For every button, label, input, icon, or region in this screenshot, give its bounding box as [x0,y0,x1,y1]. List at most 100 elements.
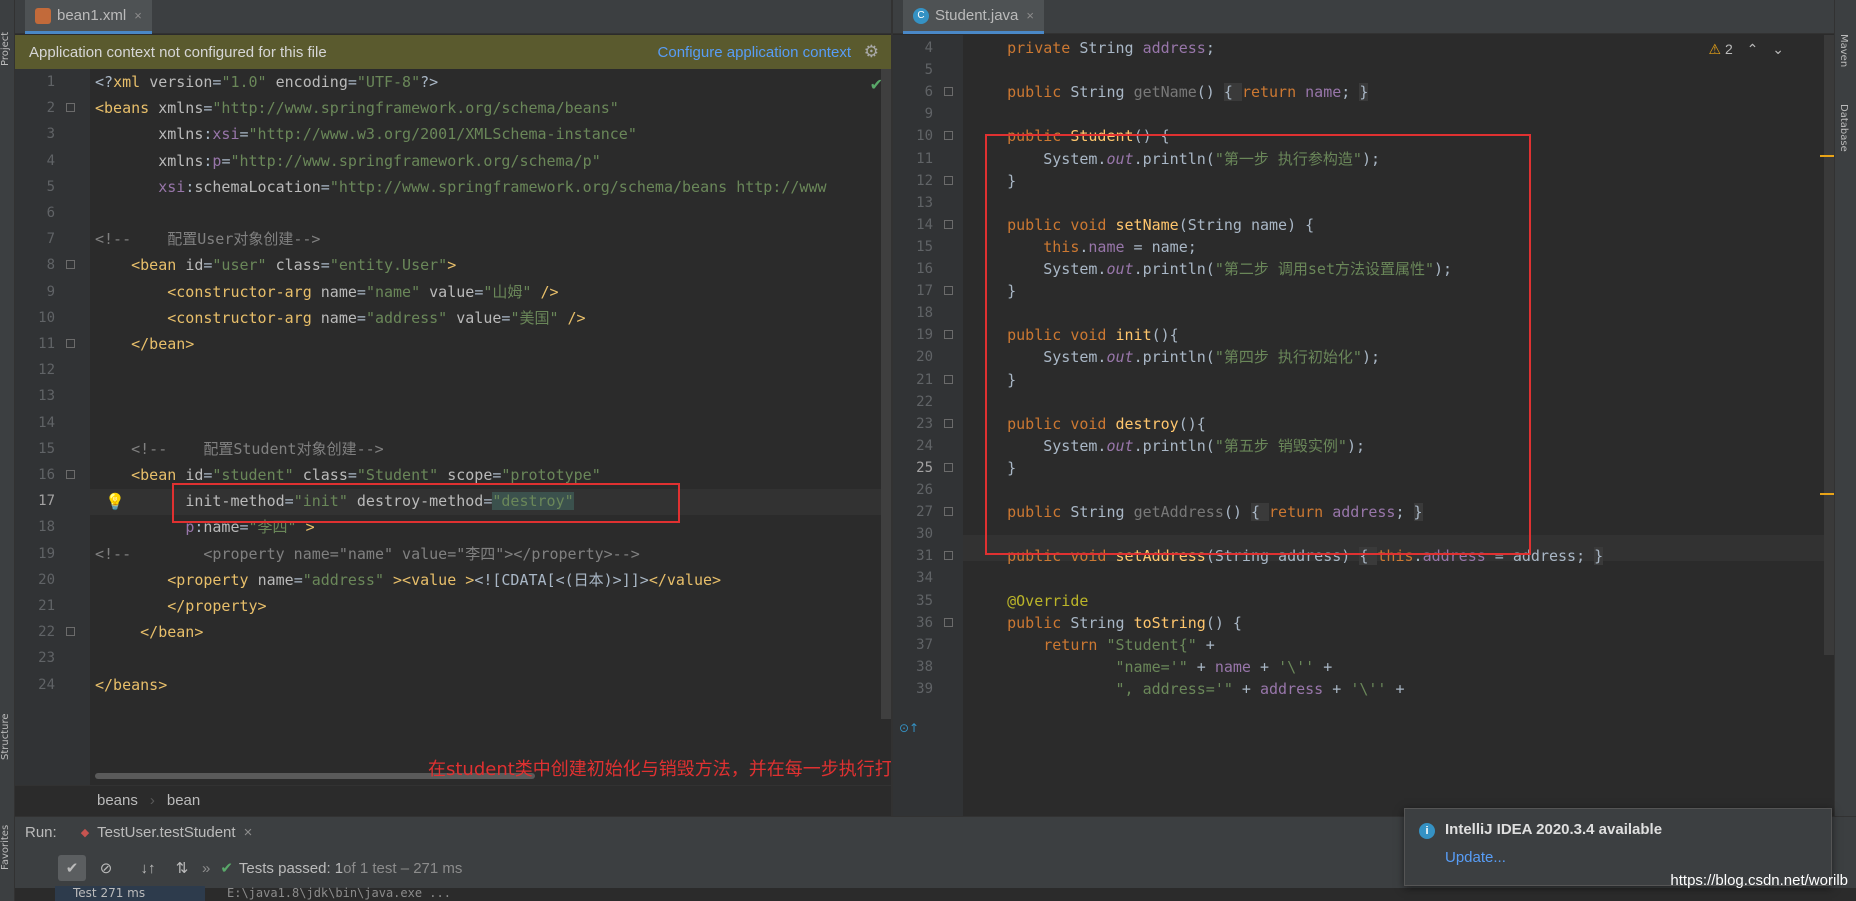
line-number: 2 [46,100,55,117]
highlight-box-methods [985,134,1531,555]
fold-marker-icon[interactable] [66,627,75,637]
fold-marker-icon[interactable] [66,339,75,348]
fold-marker-icon[interactable] [944,286,953,296]
fold-marker-icon[interactable] [944,175,953,185]
close-icon[interactable]: × [134,8,142,23]
fold-marker-icon[interactable] [944,551,953,561]
tests-summary: of 1 test – 271 ms [343,859,463,877]
update-link[interactable]: Update... [1445,849,1506,866]
right-tab-bar: C Student.java × [893,0,1834,34]
fold-marker-icon[interactable] [66,470,75,479]
warning-count: 2 [1724,41,1733,57]
code-line[interactable]: <?xml version="1.0" encoding="UTF-8"?> [95,69,438,95]
line-number: 9 [46,283,55,300]
project-tool-button[interactable]: Project [0,6,15,66]
sort-alpha-button[interactable]: ↓↑ [134,855,162,881]
line-number: 39 [916,680,933,697]
code-line[interactable]: <constructor-arg name="name" value="山姆" … [95,279,558,305]
structure-tool-button[interactable]: Structure [0,700,15,760]
gear-icon[interactable]: ⚙ [864,42,879,62]
run-label: Run: [25,824,57,841]
context-warning-banner: Application context not configured for t… [15,35,891,69]
fold-marker-icon[interactable] [944,374,953,384]
show-passed-button[interactable]: ✔ [58,855,86,881]
xml-scrollbar[interactable] [881,69,891,719]
line-number: 12 [38,362,55,379]
line-number: 4 [46,152,55,169]
tab-bean1-xml[interactable]: bean1.xml × [25,0,152,34]
code-line[interactable]: ", address='" + address + '\'' + [971,676,1405,702]
line-number: 19 [38,545,55,562]
code-line[interactable]: <constructor-arg name="address" value="美… [95,305,585,331]
more-actions-icon[interactable]: » [202,860,210,877]
code-line[interactable]: xsi:schemaLocation="http://www.springfra… [95,174,826,200]
override-gutter-icon[interactable]: ⊙↑ [899,721,919,735]
code-line[interactable]: <beans xmlns="http://www.springframework… [95,95,619,121]
code-line[interactable]: <!-- <property name="name" value="李四"></… [95,541,640,567]
fold-marker-icon[interactable] [944,219,953,229]
warning-marker[interactable] [1820,155,1834,157]
check-icon: ✔ [220,860,233,877]
code-line[interactable]: <!-- 配置User对象创建--> [95,226,320,252]
line-number: 14 [38,414,55,431]
warning-marker[interactable] [1820,493,1834,495]
line-number: 1 [46,74,55,90]
show-ignored-button[interactable]: ⊘ [92,855,120,881]
test-tree-item[interactable]: Test 271 ms [55,886,205,901]
fold-marker-icon[interactable] [66,103,75,113]
chevron-down-icon[interactable]: ⌄ [1772,41,1784,57]
fold-marker-icon[interactable] [66,260,75,270]
warning-icon: ⚠ [1708,41,1722,57]
code-line[interactable]: xmlns:xsi="http://www.w3.org/2001/XMLSch… [95,121,637,147]
line-number: 5 [46,178,55,195]
fold-marker-icon[interactable] [944,507,953,517]
close-icon[interactable]: × [244,824,253,841]
breadcrumb-separator: › [149,792,155,809]
code-line[interactable]: </bean> [95,331,194,357]
breadcrumb-bean[interactable]: bean [167,792,200,809]
code-line[interactable]: private String address; [971,35,1215,61]
line-number: 18 [38,519,55,536]
close-icon[interactable]: × [1026,8,1034,23]
favorites-tool-button[interactable]: Favorites [0,805,15,870]
chevron-up-icon[interactable]: ⌃ [1747,41,1759,57]
fold-marker-icon[interactable] [944,87,953,97]
fold-marker-icon[interactable] [944,330,953,340]
code-line[interactable]: </bean> [95,619,203,645]
code-line[interactable]: </beans> [95,672,167,698]
java-scrollbar[interactable] [1824,35,1834,655]
breadcrumb: beans › bean [15,785,891,815]
annotation-text: 在student类中创建初始化与销毁方法，并在每一步执行打印语句 [428,759,947,780]
tab-label: bean1.xml [57,7,127,24]
fold-marker-icon[interactable] [944,462,953,472]
code-line[interactable]: <bean id="user" class="entity.User"> [95,252,456,278]
line-number: 11 [38,336,55,352]
inspection-widget[interactable]: ⚠ 2 ⌃ ⌄ [1709,41,1785,58]
fold-marker-icon[interactable] [944,617,953,627]
breadcrumb-beans[interactable]: beans [97,792,138,809]
notification-title: IntelliJ IDEA 2020.3.4 available [1445,821,1663,838]
configure-context-link[interactable]: Configure application context [658,44,851,61]
code-line[interactable]: <property name="address" ><value ><![CDA… [95,567,721,593]
line-number: 7 [46,231,55,248]
line-number: 3 [46,126,55,143]
code-line[interactable]: public String getName() { return name; } [971,79,1369,105]
test-run-icon: ◆ [80,827,90,839]
sort-duration-button[interactable]: ⇅ [168,855,196,881]
line-number: 20 [38,571,55,588]
code-line[interactable]: <!-- 配置Student对象创建--> [95,436,384,462]
fold-marker-icon[interactable] [944,131,953,141]
lightbulb-icon[interactable]: 💡 [105,489,125,515]
code-line[interactable]: xmlns:p="http://www.springframework.org/… [95,148,601,174]
info-icon: i [1419,823,1435,839]
tab-student-java[interactable]: C Student.java × [903,0,1044,34]
left-tool-strip: Project Structure Favorites [0,0,15,901]
xml-editor[interactable]: 1 <?xml version="1.0" encoding="UTF-8"?> 2… [15,69,891,785]
database-tool-button[interactable]: Database [1838,104,1849,152]
line-number: 22 [38,624,55,641]
watermark: https://blog.csdn.net/worilb [1670,872,1848,889]
maven-tool-button[interactable]: Maven [1838,34,1849,67]
fold-marker-icon[interactable] [944,418,953,428]
code-line[interactable]: </property> [95,593,266,619]
run-config-tab[interactable]: TestUser.testStudent [97,824,235,841]
